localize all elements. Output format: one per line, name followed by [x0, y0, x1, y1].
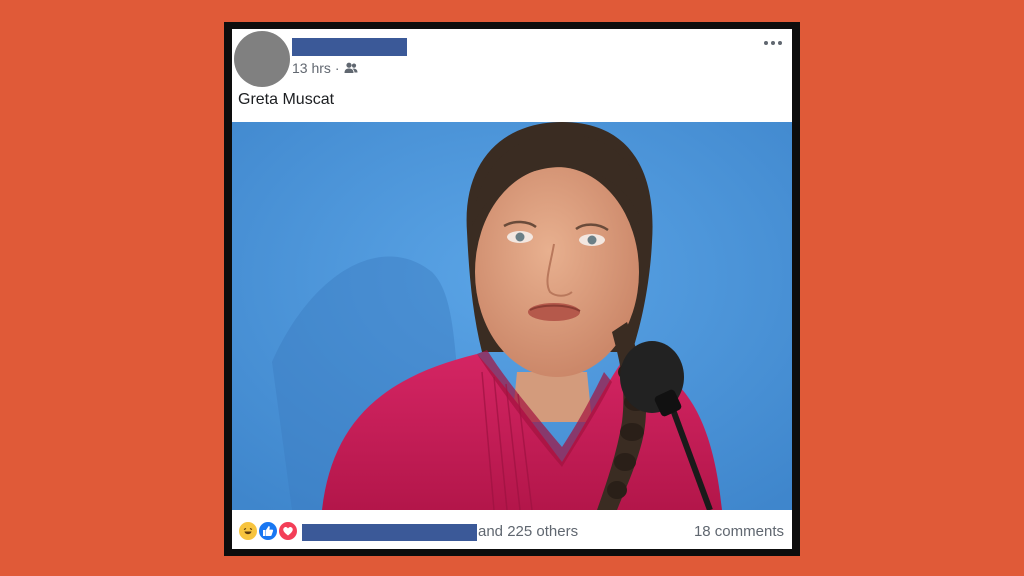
- post-text: Greta Muscat: [238, 91, 335, 108]
- post-meta: 13 hrs ·: [292, 59, 358, 77]
- comments-count-link[interactable]: 18 comments: [694, 523, 784, 540]
- friends-icon[interactable]: [344, 62, 358, 74]
- screenshot-frame: 13 hrs · Greta Muscat and 225 others 18 …: [224, 22, 800, 556]
- meta-separator: ·: [334, 60, 340, 76]
- like-icon: [257, 520, 279, 542]
- haha-icon: [237, 520, 259, 542]
- post-photo[interactable]: [232, 122, 792, 510]
- more-options-icon[interactable]: [760, 35, 786, 51]
- facebook-post-card: 13 hrs · Greta Muscat and 225 others 18 …: [232, 29, 792, 549]
- reactor-names-redacted[interactable]: [302, 524, 477, 541]
- avatar[interactable]: [234, 31, 290, 87]
- reaction-others-link[interactable]: and 225 others: [478, 523, 578, 540]
- reaction-summary[interactable]: [237, 520, 303, 542]
- author-name-redacted[interactable]: [292, 38, 407, 56]
- post-timestamp[interactable]: 13 hrs: [292, 60, 331, 76]
- post-footer: and 225 others 18 comments: [232, 510, 792, 549]
- love-icon: [277, 520, 299, 542]
